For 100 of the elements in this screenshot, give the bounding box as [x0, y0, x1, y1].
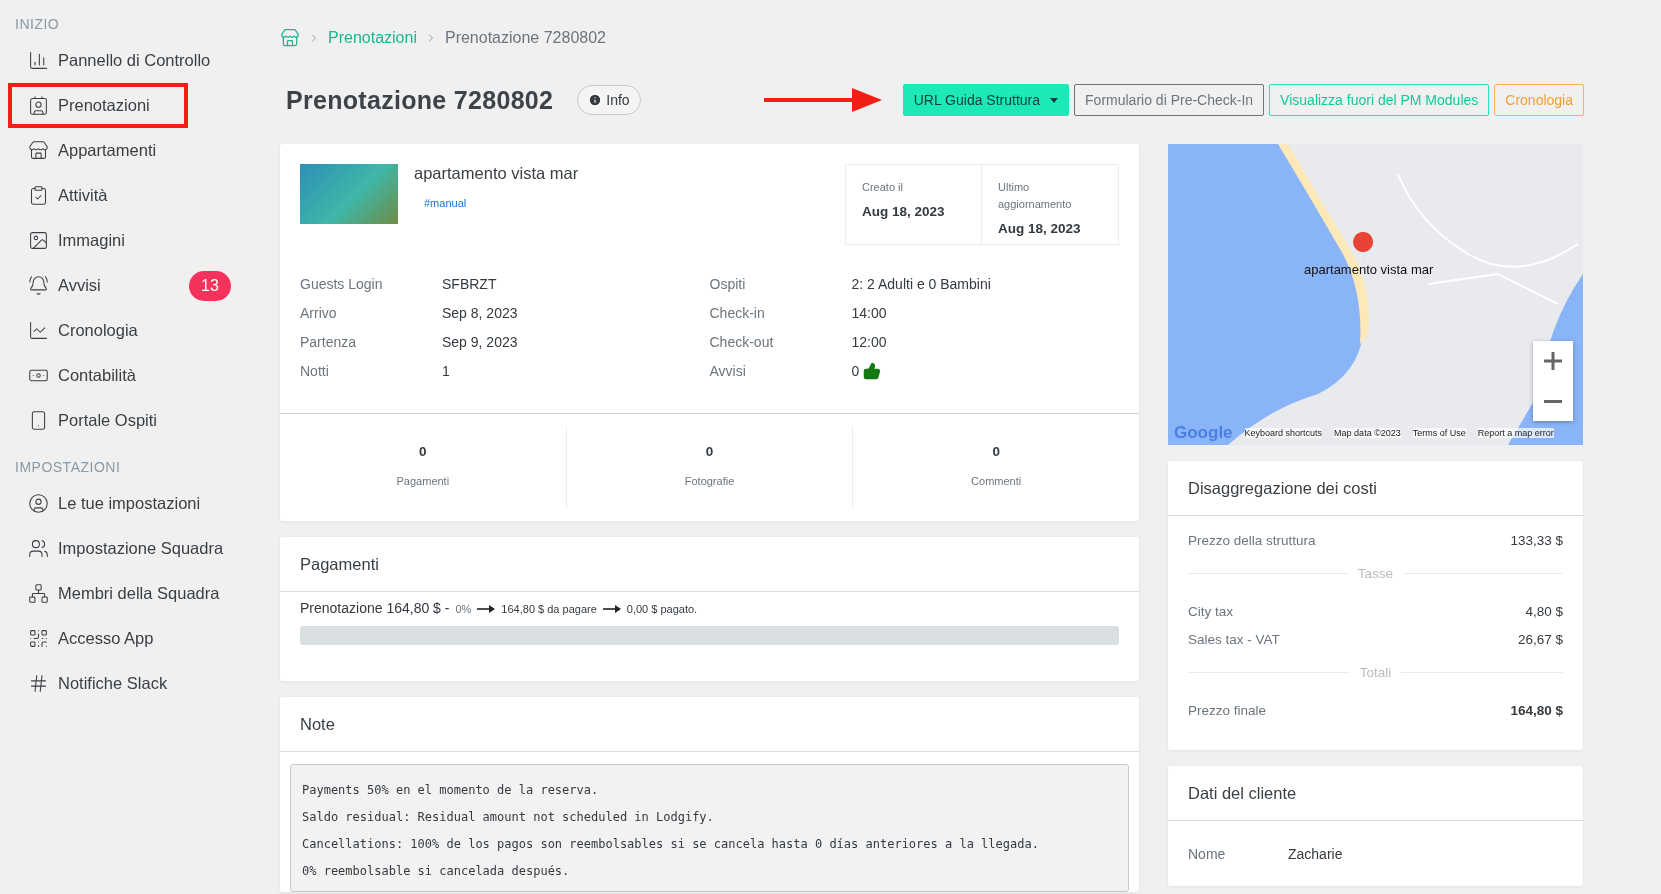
team-network-icon: [28, 583, 49, 604]
stat-label: Commenti: [970, 475, 1023, 487]
note-line: Payments 50% en el momento de la reserva.: [302, 782, 600, 799]
bar-chart-icon: [28, 50, 49, 71]
detail-label: Arrivo: [300, 304, 338, 321]
sidebar-item[interactable]: Membri della Squadra: [8, 571, 250, 616]
info-button[interactable]: Info: [577, 85, 641, 115]
image-icon: [28, 230, 49, 251]
detail-value: 2: 2 Adulti e 0 Bambini: [851, 275, 991, 292]
cost-value: 4,80 $: [1525, 603, 1563, 619]
date-label: Ultimo aggiornamento: [998, 180, 1073, 212]
action-button[interactable]: Formulario di Pre-Check-In: [1074, 84, 1265, 116]
action-button[interactable]: URL Guida Struttura: [902, 84, 1070, 116]
sidebar-item[interactable]: Notifiche Slack: [8, 661, 250, 706]
section-title: IMPOSTAZIONI: [15, 459, 122, 475]
client-label: Nome: [1188, 845, 1227, 862]
tag-link[interactable]: #manual: [424, 197, 467, 209]
map-footer-link[interactable]: Map data ©2023: [1334, 428, 1401, 438]
detail-value: SFBRZT: [442, 275, 497, 292]
stat-value: 0: [991, 444, 1001, 459]
detail-label: Partenza: [300, 333, 358, 350]
plus-icon: [1544, 352, 1562, 370]
cost-label: Prezzo della struttura: [1188, 532, 1316, 548]
minus-icon: [1544, 399, 1562, 403]
sidebar-item[interactable]: Avvisi 13: [8, 263, 250, 308]
note-line: Cancellations: 100% de los pagos son reembolsables si se cancela hasta 0 días anteriores a la llegada.: [302, 836, 1040, 853]
id-badge-icon: [28, 95, 49, 116]
breadcrumb-current: Prenotazione 7280802: [444, 29, 606, 47]
detail-label: Guests Login: [300, 275, 384, 292]
payment-percent: 0%: [455, 603, 472, 615]
detail-value: 14:00: [851, 304, 887, 321]
store-icon: [28, 140, 49, 161]
detail-label: Avvisi: [709, 362, 747, 379]
map-footer-link[interactable]: Report a map error: [1477, 428, 1554, 438]
sidebar-item[interactable]: Cronologia: [8, 308, 250, 353]
qr-code-icon: [28, 628, 49, 649]
map[interactable]: apartamento vista mar Google Keyboard shortcuts Map data ©2023 Terms of Use Report a map error: [1168, 144, 1583, 445]
sidebar-item[interactable]: Immagini: [8, 218, 250, 263]
cost-value: 133,33 $: [1510, 532, 1563, 548]
clipboard-check-icon: [28, 185, 49, 206]
date-value: Aug 18, 2023: [862, 204, 946, 219]
marker-label: apartamento vista mar: [1304, 262, 1434, 277]
detail-label: Check-in: [709, 304, 766, 321]
map-logo: Google: [1174, 423, 1233, 443]
sidebar-item[interactable]: Portale Ospiti: [8, 398, 250, 443]
users-icon: [28, 538, 49, 559]
caret-icon: [1050, 97, 1059, 103]
detail-value: Sep 8, 2023: [442, 304, 518, 321]
detail-label: Notti: [300, 362, 330, 379]
arrow-icon: [602, 605, 621, 613]
cost-label: City tax: [1188, 603, 1233, 619]
card-title: Disaggregazione dei costi: [1168, 461, 1583, 516]
payment-total: Prenotazione 164,80 $ -: [300, 600, 450, 616]
stat-value: 0: [704, 444, 715, 459]
card-title: Note: [280, 697, 1139, 752]
sidebar-item[interactable]: Prenotazioni: [8, 83, 188, 128]
map-footer-link[interactable]: Keyboard shortcuts: [1244, 428, 1323, 438]
info-icon: [588, 93, 603, 107]
sidebar-item[interactable]: Pannello di Controllo: [8, 38, 250, 83]
detail-label: Check-out: [709, 333, 775, 350]
thumbs-up-icon: [863, 361, 882, 380]
payment-paid: 0,00 $ pagato.: [626, 603, 698, 615]
bell-icon: [28, 275, 49, 296]
hash-icon: [28, 673, 49, 694]
section-title: INIZIO: [15, 16, 61, 32]
date-label: Creato il: [862, 180, 904, 195]
user-circle-icon: [28, 493, 49, 514]
sidebar-item[interactable]: Appartamenti: [8, 128, 250, 173]
stat-value: 0: [418, 444, 428, 459]
divider-label: Totali: [1359, 665, 1392, 680]
line-chart-icon: [28, 320, 49, 341]
map-footer-link[interactable]: Terms of Use: [1412, 428, 1466, 438]
zoom-in-button[interactable]: [1533, 341, 1573, 381]
divider-label: Tasse: [1357, 566, 1394, 581]
payment-due: 164,80 $ da pagare: [501, 603, 597, 615]
sidebar-item[interactable]: Contabilità: [8, 353, 250, 398]
note-line: Saldo residual: Residual amount not scheduled in Lodgify.: [302, 809, 715, 826]
detail-value: 0: [851, 361, 882, 380]
cost-value: 164,80 $: [1510, 702, 1563, 718]
detail-label: Ospiti: [709, 275, 747, 292]
card-title: Dati del cliente: [1168, 766, 1583, 821]
detail-value: 12:00: [851, 333, 887, 350]
cost-label: Prezzo finale: [1188, 702, 1267, 718]
detail-value: Sep 9, 2023: [442, 333, 518, 350]
sidebar-item[interactable]: Impostazione Squadra: [8, 526, 250, 571]
note-line: 0% reembolsable si cancelada después.: [302, 863, 571, 880]
zoom-out-button[interactable]: [1533, 381, 1573, 421]
cost-value: 26,67 $: [1517, 631, 1563, 647]
stat-label: Pagamenti: [395, 475, 451, 487]
card-title: Pagamenti: [280, 537, 1139, 592]
sidebar-item[interactable]: Attività: [8, 173, 250, 218]
sidebar-item[interactable]: Le tue impostazioni: [8, 481, 250, 526]
date-value: Aug 18, 2023: [998, 221, 1082, 236]
detail-value: 1: [442, 362, 450, 379]
cost-label: Sales tax - VAT: [1188, 631, 1280, 647]
client-value: Zacharie: [1288, 845, 1343, 862]
stat-label: Fotografie: [683, 475, 736, 487]
property-name: apartamento vista mar: [414, 164, 580, 183]
arrow-icon: [477, 605, 496, 613]
sidebar-item[interactable]: Accesso App: [8, 616, 250, 661]
